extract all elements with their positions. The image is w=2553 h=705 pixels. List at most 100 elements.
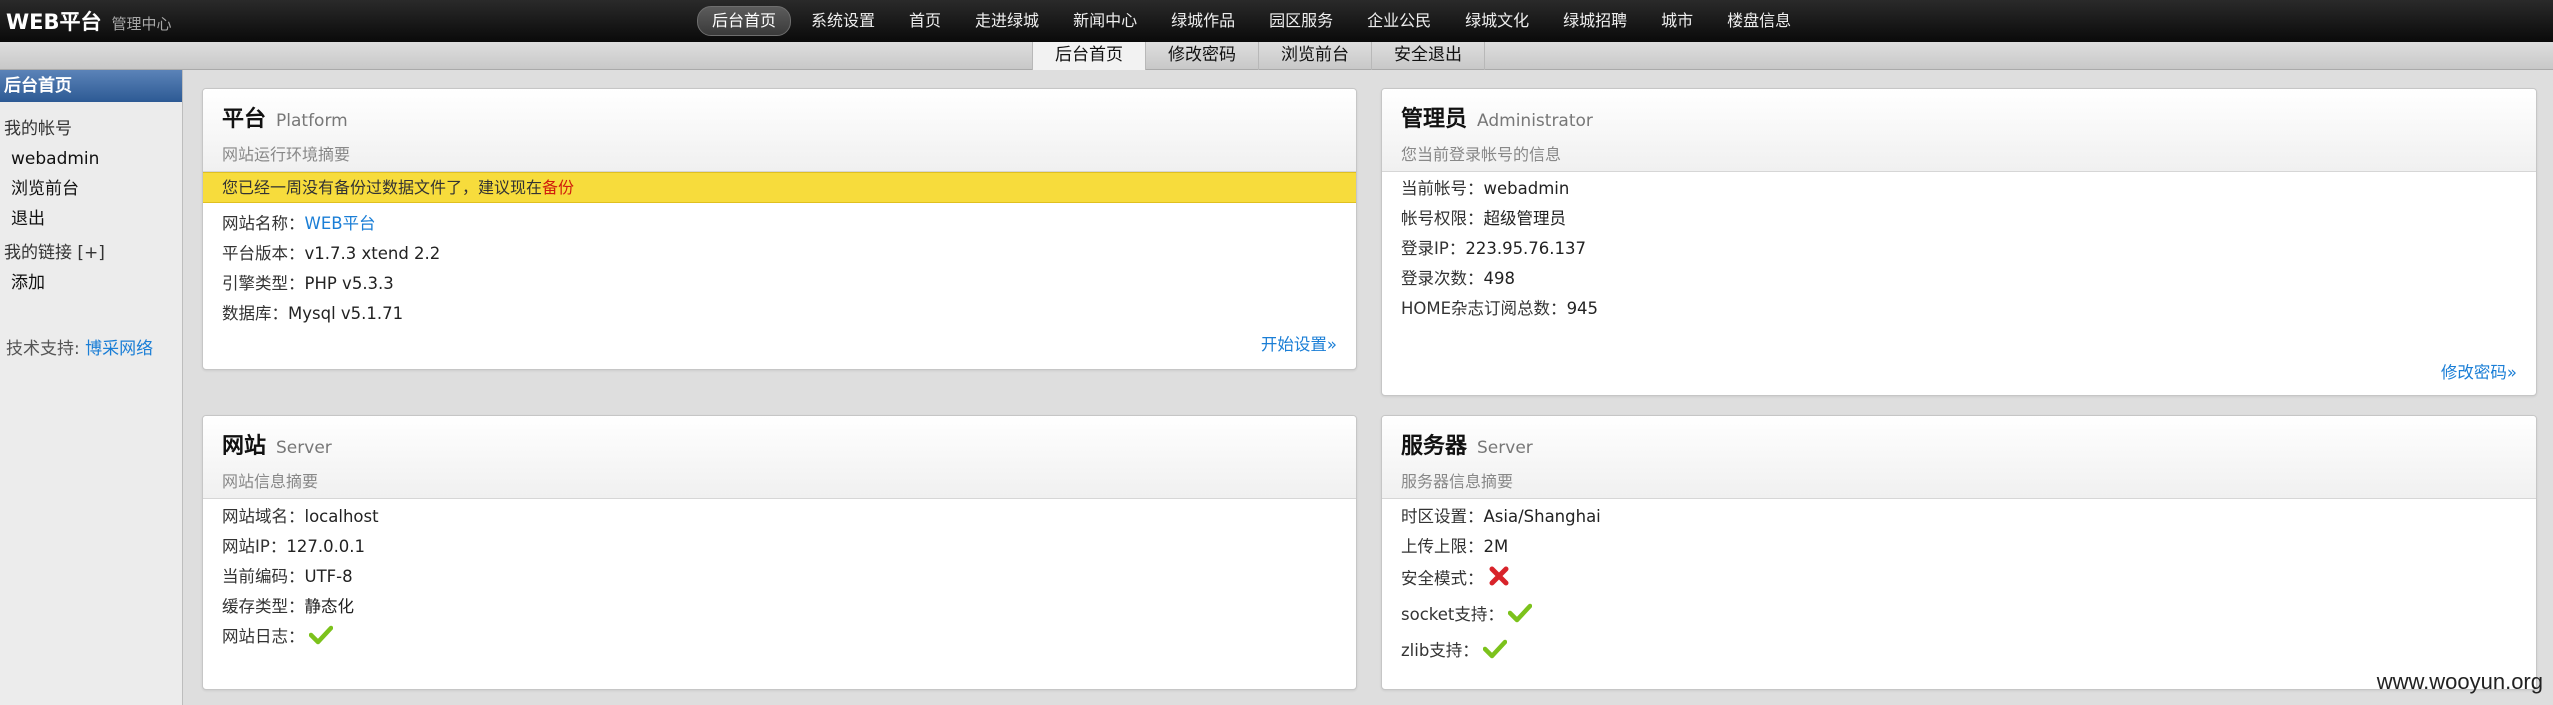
info-row: 帐号权限：超级管理员 xyxy=(1401,204,2517,234)
sidebar: 后台首页 我的帐号 webadmin 浏览前台 退出 我的链接 [+] 添加 技… xyxy=(0,70,183,705)
panel-title: 管理员 xyxy=(1401,107,1468,132)
info-label: HOME杂志订阅总数： xyxy=(1401,299,1567,318)
info-row: 缓存类型：静态化 xyxy=(222,592,1337,622)
info-label: 网站域名： xyxy=(222,507,305,526)
check-icon xyxy=(308,625,333,655)
tech-support-link[interactable]: 博采网络 xyxy=(85,339,153,359)
info-value: UTF-8 xyxy=(304,567,353,586)
brand-name: WEB平台 xyxy=(6,10,102,34)
sidebar-item-username[interactable]: webadmin xyxy=(0,144,182,174)
info-label: 安全模式： xyxy=(1401,569,1484,588)
panel-title: 服务器 xyxy=(1401,434,1468,459)
main-nav-item-news[interactable]: 新闻中心 xyxy=(1059,6,1151,36)
server-panel: 服务器 Server 服务器信息摘要 时区设置：Asia/Shanghai 上传上… xyxy=(1381,415,2537,690)
sidebar-links-title[interactable]: 我的链接 [+] xyxy=(0,238,182,268)
panel-subtitle: 网站信息摘要 xyxy=(222,472,319,491)
info-label: 帐号权限： xyxy=(1401,209,1484,228)
website-panel-body: 网站域名：localhost 网站IP：127.0.0.1 当前编码：UTF-8… xyxy=(203,499,1356,655)
main-nav-item-system-settings[interactable]: 系统设置 xyxy=(797,6,889,36)
info-label: 网站IP： xyxy=(222,537,287,556)
info-label: 引擎类型： xyxy=(222,274,305,293)
platform-panel: 平台 Platform 网站运行环境摘要 您已经一周没有备份过数据文件了，建议现在… xyxy=(202,88,1357,370)
info-value: PHP v5.3.3 xyxy=(304,274,394,293)
panel-title-en: Platform xyxy=(276,111,348,131)
info-label: 登录次数： xyxy=(1401,269,1484,288)
start-settings-link[interactable]: 开始设置» xyxy=(1261,331,1337,355)
main-nav-item-home[interactable]: 首页 xyxy=(895,6,955,36)
info-row: 登录次数：498 xyxy=(1401,264,2517,294)
sidebar-header[interactable]: 后台首页 xyxy=(0,70,182,102)
info-label: 数据库： xyxy=(222,304,288,323)
info-row: 安全模式： xyxy=(1401,562,2517,598)
platform-panel-body: 网站名称：WEB平台 平台版本：v1.7.3 xtend 2.2 引擎类型：PH… xyxy=(203,203,1356,329)
check-icon xyxy=(1482,637,1508,670)
backup-notice-text: 您已经一周没有备份过数据文件了，建议现在 xyxy=(222,178,543,197)
sub-nav-item-change-password[interactable]: 修改密码 xyxy=(1145,42,1258,70)
website-panel: 网站 Server 网站信息摘要 网站域名：localhost 网站IP：127.… xyxy=(202,415,1357,690)
sidebar-account-title: 我的帐号 xyxy=(4,119,72,139)
info-label: 缓存类型： xyxy=(222,597,305,616)
site-name-link[interactable]: WEB平台 xyxy=(305,214,376,233)
info-value: 498 xyxy=(1483,269,1516,288)
info-label: 当前帐号： xyxy=(1401,179,1484,198)
info-row: zlib支持： xyxy=(1401,634,2517,670)
main-nav-item-culture[interactable]: 绿城文化 xyxy=(1451,6,1543,36)
panel-subtitle: 您当前登录帐号的信息 xyxy=(1401,145,1562,164)
sidebar-account-group: 我的帐号 webadmin 浏览前台 退出 xyxy=(0,114,182,234)
sub-nav-item-logout[interactable]: 安全退出 xyxy=(1371,42,1485,70)
info-row: 数据库：Mysql v5.1.71 xyxy=(222,299,1337,329)
main-nav-item-about[interactable]: 走进绿城 xyxy=(961,6,1053,36)
info-label: 上传上限： xyxy=(1401,537,1484,556)
sub-nav-item-admin-home[interactable]: 后台首页 xyxy=(1032,42,1145,70)
cross-icon xyxy=(1488,565,1510,598)
info-value: 静态化 xyxy=(304,597,355,616)
panel-title-en: Administrator xyxy=(1477,111,1593,131)
panel-subtitle: 服务器信息摘要 xyxy=(1401,472,1514,491)
sidebar-item-add[interactable]: 添加 xyxy=(0,268,182,298)
main-nav-item-property-info[interactable]: 楼盘信息 xyxy=(1713,6,1805,36)
info-row: socket支持： xyxy=(1401,598,2517,634)
info-value: Asia/Shanghai xyxy=(1483,507,1601,526)
backup-link[interactable]: 备份 xyxy=(542,178,574,197)
main-nav-item-city[interactable]: 城市 xyxy=(1647,6,1707,36)
sub-nav: 后台首页 修改密码 浏览前台 安全退出 xyxy=(1032,42,1485,70)
main-nav: 后台首页 系统设置 首页 走进绿城 新闻中心 绿城作品 园区服务 企业公民 绿城… xyxy=(697,5,1805,37)
main-nav-item-recruitment[interactable]: 绿城招聘 xyxy=(1549,6,1641,36)
main-nav-item-park-service[interactable]: 园区服务 xyxy=(1255,6,1347,36)
info-row: 网站名称：WEB平台 xyxy=(222,209,1337,239)
info-label: zlib支持： xyxy=(1401,641,1479,660)
brand: WEB平台 管理中心 xyxy=(6,6,172,36)
change-password-link[interactable]: 修改密码» xyxy=(2441,359,2517,383)
info-row: 平台版本：v1.7.3 xtend 2.2 xyxy=(222,239,1337,269)
server-panel-body: 时区设置：Asia/Shanghai 上传上限：2M 安全模式： socket支… xyxy=(1382,499,2536,670)
info-row: 登录IP：223.95.76.137 xyxy=(1401,234,2517,264)
admin-panel-header: 管理员 Administrator 您当前登录帐号的信息 xyxy=(1382,89,2536,172)
admin-panel: 管理员 Administrator 您当前登录帐号的信息 当前帐号：webadmi… xyxy=(1381,88,2537,396)
watermark: www.wooyun.org xyxy=(2376,669,2543,694)
info-row: 当前帐号：webadmin xyxy=(1401,174,2517,204)
sub-nav-item-browse-frontend[interactable]: 浏览前台 xyxy=(1258,42,1371,70)
info-label: 登录IP： xyxy=(1401,239,1466,258)
info-value: webadmin xyxy=(1483,179,1570,198)
backup-notice: 您已经一周没有备份过数据文件了，建议现在备份 xyxy=(203,172,1356,203)
sidebar-links-group: 我的链接 [+] 添加 xyxy=(0,238,182,298)
main-nav-item-admin-home[interactable]: 后台首页 xyxy=(697,6,792,36)
check-icon xyxy=(1507,601,1533,634)
top-bar: WEB平台 管理中心 后台首页 系统设置 首页 走进绿城 新闻中心 绿城作品 园区… xyxy=(0,0,2553,42)
tech-support: 技术支持: 博采网络 xyxy=(0,334,182,359)
info-row: 网站域名：localhost xyxy=(222,502,1337,532)
main-nav-item-works[interactable]: 绿城作品 xyxy=(1157,6,1249,36)
info-value: v1.7.3 xtend 2.2 xyxy=(304,244,441,263)
sidebar-item-logout[interactable]: 退出 xyxy=(0,204,182,234)
info-label: 时区设置： xyxy=(1401,507,1484,526)
info-label: 当前编码： xyxy=(222,567,305,586)
panel-title: 网站 xyxy=(222,434,267,459)
info-row: 时区设置：Asia/Shanghai xyxy=(1401,502,2517,532)
main-nav-item-corporate-citizen[interactable]: 企业公民 xyxy=(1353,6,1445,36)
sidebar-item-browse[interactable]: 浏览前台 xyxy=(0,174,182,204)
panel-subtitle: 网站运行环境摘要 xyxy=(222,145,351,164)
sub-bar: 后台首页 修改密码 浏览前台 安全退出 xyxy=(0,42,2553,70)
info-value: 223.95.76.137 xyxy=(1465,239,1587,258)
info-label: 网站日志： xyxy=(222,627,305,646)
info-value: 127.0.0.1 xyxy=(286,537,366,556)
